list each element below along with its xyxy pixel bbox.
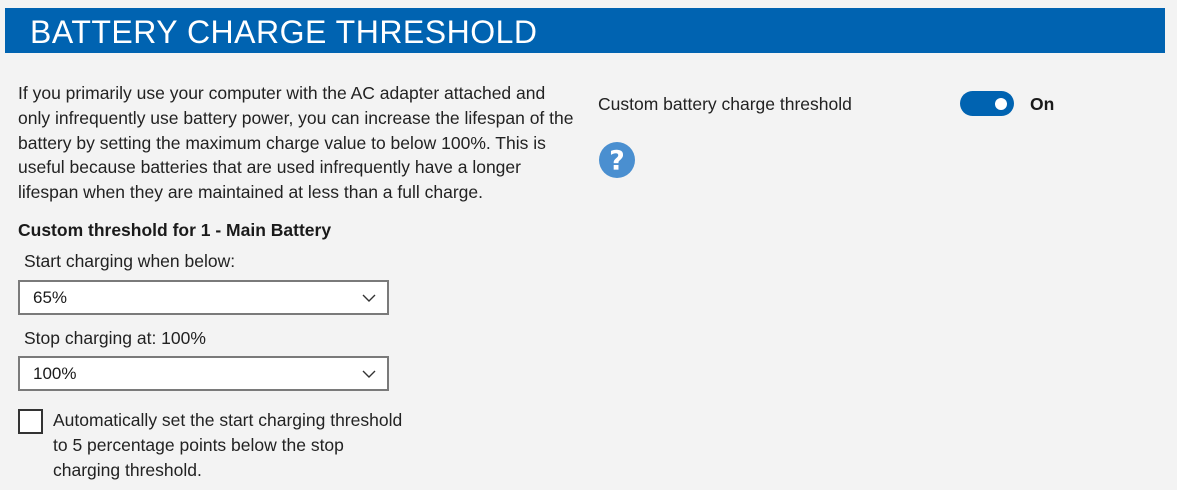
svg-text:?: ? <box>609 146 625 177</box>
page-header: BATTERY CHARGE THRESHOLD <box>5 8 1165 53</box>
toggle-state-label: On <box>1030 94 1055 114</box>
custom-threshold-toggle-label: Custom battery charge threshold <box>598 94 852 114</box>
stop-charging-value: 100% <box>33 364 77 383</box>
question-circle-icon[interactable]: ? <box>598 141 636 179</box>
auto-threshold-label[interactable]: Automatically set the start charging thr… <box>53 408 413 482</box>
description-text: If you primarily use your computer with … <box>18 83 574 203</box>
chevron-down-icon <box>362 370 376 378</box>
chevron-down-icon <box>362 294 376 302</box>
start-charging-dropdown[interactable]: 65% <box>18 280 389 315</box>
threshold-section-title: Custom threshold for 1 - Main Battery <box>18 220 332 240</box>
custom-threshold-toggle[interactable] <box>960 91 1014 116</box>
auto-threshold-checkbox[interactable] <box>18 409 43 434</box>
page-title: BATTERY CHARGE THRESHOLD <box>30 14 538 50</box>
stop-charging-label: Stop charging at: 100% <box>24 328 206 348</box>
start-charging-value: 65% <box>33 288 68 307</box>
start-charging-label: Start charging when below: <box>24 251 236 271</box>
stop-charging-dropdown[interactable]: 100% <box>18 356 389 391</box>
toggle-knob <box>995 97 1007 110</box>
